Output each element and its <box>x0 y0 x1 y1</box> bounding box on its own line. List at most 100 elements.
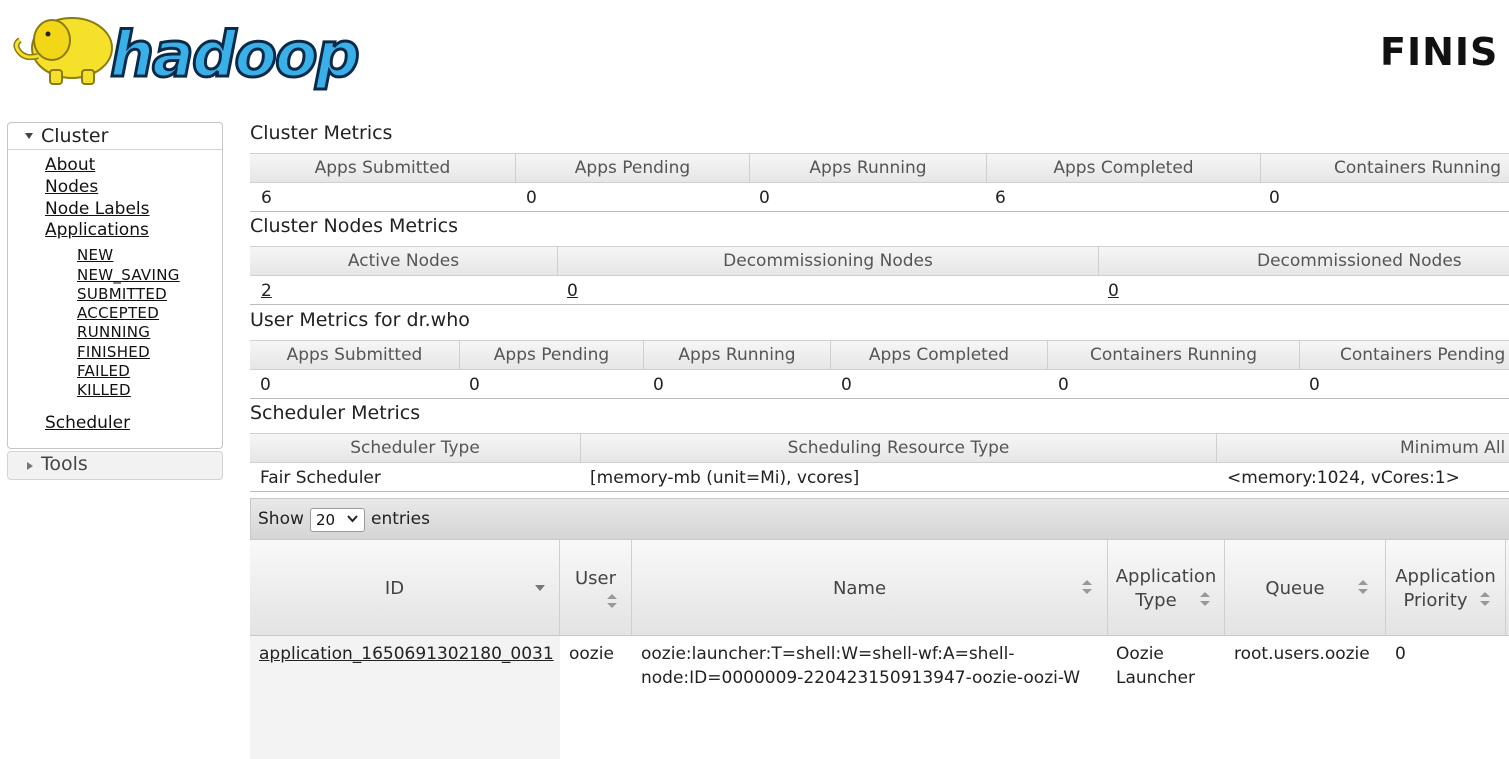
column-header-label: Queue <box>1265 578 1325 599</box>
column-header: Apps Completed <box>987 154 1261 183</box>
table-row: 6 0 0 6 0 <box>250 183 1509 212</box>
column-header: Scheduling Resource Type <box>581 434 1217 463</box>
column-header: Containers Pending <box>1300 341 1509 370</box>
user-metrics-table: Apps Submitted Apps Pending Apps Running… <box>250 340 1509 399</box>
sidebar-state-running[interactable]: RUNNING <box>77 323 150 341</box>
table-row: Fair Scheduler [memory-mb (unit=Mi), vco… <box>250 463 1509 492</box>
sort-icon <box>1200 592 1210 608</box>
column-header: Scheduler Type <box>250 434 581 463</box>
table-row: application_1650691302180_0031 oozie ooz… <box>250 636 1509 759</box>
column-header: Apps Completed <box>831 341 1048 370</box>
metric-value: 0 <box>653 375 664 395</box>
cluster-nodes-metrics-table: Active Nodes Decommissioning Nodes Decom… <box>250 246 1509 305</box>
column-header: Apps Submitted <box>250 341 460 370</box>
application-queue: root.users.oozie <box>1234 644 1370 664</box>
application-name-line: node:ID=0000009-220423150913947-oozie-oo… <box>641 668 1081 688</box>
scheduler-metrics-title: Scheduler Metrics <box>250 402 421 424</box>
user-metrics-title: User Metrics for dr.who <box>250 309 470 331</box>
cluster-nodes-metrics-title: Cluster Nodes Metrics <box>250 215 458 237</box>
metric-value: 0 <box>759 188 770 208</box>
column-header: Decommissioning Nodes <box>558 247 1099 276</box>
page-title: FINIS <box>1380 30 1499 74</box>
sidebar-link-applications[interactable]: Applications <box>45 220 149 240</box>
sort-icon <box>1358 580 1368 596</box>
sidebar-state-accepted[interactable]: ACCEPTED <box>77 304 159 322</box>
hadoop-logo[interactable]: hadoop <box>10 4 382 92</box>
page: hadoop FINIS Cluster About Nodes Node La… <box>0 0 1509 759</box>
column-header-application-type[interactable]: Application Type <box>1108 540 1225 636</box>
sidebar-tools-header[interactable]: Tools <box>7 451 223 480</box>
sidebar-cluster-label: Cluster <box>41 125 109 147</box>
column-header-user[interactable]: User <box>560 540 632 636</box>
collapse-triangle-icon <box>25 133 33 139</box>
sidebar-tools-label: Tools <box>41 453 88 475</box>
sidebar-state-killed[interactable]: KILLED <box>77 381 131 399</box>
column-header-id[interactable]: ID <box>250 540 560 636</box>
column-header: Containers Running <box>1261 154 1509 183</box>
column-header-label: Name <box>832 578 887 599</box>
table-row: 2 0 0 <box>250 276 1509 305</box>
column-header-label: Priority <box>1403 590 1468 611</box>
sidebar-link-about[interactable]: About <box>45 155 95 175</box>
chevron-down-icon <box>347 515 358 523</box>
column-header: Active Nodes <box>250 247 558 276</box>
metric-value: 0 <box>841 375 852 395</box>
metric-value: 6 <box>261 188 272 208</box>
sidebar-link-nodes[interactable]: Nodes <box>45 177 98 197</box>
application-name-line: oozie:launcher:T=shell:W=shell-wf:A=shel… <box>641 644 1015 664</box>
column-header-label: Application <box>1115 566 1217 587</box>
sidebar-state-submitted[interactable]: SUBMITTED <box>77 285 167 303</box>
application-type-line: Launcher <box>1116 668 1196 688</box>
hadoop-wordmark: hadoop <box>110 18 358 91</box>
scheduler-metrics-table: Scheduler Type Scheduling Resource Type … <box>250 433 1509 492</box>
column-header-label: Application <box>1395 566 1496 587</box>
metric-value: 0 <box>469 375 480 395</box>
sidebar-state-finished[interactable]: FINISHED <box>77 343 150 361</box>
sort-desc-icon <box>535 580 545 596</box>
scheduler-type-value: Fair Scheduler <box>260 468 381 488</box>
sort-icon <box>1480 592 1490 608</box>
active-nodes-link[interactable]: 2 <box>261 276 272 305</box>
column-header-label: ID <box>384 578 405 599</box>
table-header-row: Apps Submitted Apps Pending Apps Running… <box>250 154 1509 183</box>
sidebar-state-failed[interactable]: FAILED <box>77 362 130 380</box>
decommissioned-nodes-link[interactable]: 0 <box>1108 276 1119 305</box>
metric-value: 0 <box>526 188 537 208</box>
decommissioning-nodes-link[interactable]: 0 <box>567 276 578 305</box>
entries-label: entries <box>371 509 430 529</box>
apps-table-header: ID User Name Application Type Queue Appl… <box>250 540 1509 636</box>
metric-value: 0 <box>1058 375 1069 395</box>
column-header: Apps Pending <box>460 341 644 370</box>
application-id-link[interactable]: application_1650691302180_0031 <box>259 642 554 666</box>
column-header: Minimum All <box>1217 434 1509 463</box>
sort-icon <box>607 594 617 610</box>
column-header-name[interactable]: Name <box>632 540 1108 636</box>
sidebar-state-new-saving[interactable]: NEW_SAVING <box>77 266 180 284</box>
metric-value: 0 <box>260 375 271 395</box>
metric-value: 0 <box>1269 188 1280 208</box>
sort-icon <box>1082 580 1092 596</box>
resource-type-value: [memory-mb (unit=Mi), vcores] <box>590 468 860 488</box>
sidebar-cluster-panel: Cluster About Nodes Node Labels Applicat… <box>7 122 223 449</box>
sidebar-link-scheduler[interactable]: Scheduler <box>45 413 130 433</box>
table-row: 0 0 0 0 0 0 <box>250 370 1509 399</box>
application-type-line: Oozie <box>1116 644 1164 664</box>
sidebar-link-node-labels[interactable]: Node Labels <box>45 199 150 219</box>
sidebar-cluster-header[interactable]: Cluster <box>8 123 222 150</box>
column-header: Apps Pending <box>516 154 750 183</box>
table-header-row: Apps Submitted Apps Pending Apps Running… <box>250 341 1509 370</box>
column-header-application-priority[interactable]: Application Priority <box>1386 540 1506 636</box>
column-header: Decommissioned Nodes <box>1099 247 1509 276</box>
show-label: Show <box>258 509 304 529</box>
sidebar-state-new[interactable]: NEW <box>77 246 113 264</box>
metric-value: 0 <box>1309 375 1320 395</box>
application-priority: 0 <box>1395 644 1406 664</box>
column-header-label: Type <box>1135 590 1177 611</box>
application-user: oozie <box>569 644 614 664</box>
entries-per-page-select[interactable]: 20 <box>310 508 365 532</box>
column-header: Apps Submitted <box>250 154 516 183</box>
minimum-allocation-value: <memory:1024, vCores:1> <box>1227 468 1460 488</box>
table-header-row: Active Nodes Decommissioning Nodes Decom… <box>250 247 1509 276</box>
column-header: Apps Running <box>644 341 831 370</box>
column-header-queue[interactable]: Queue <box>1225 540 1386 636</box>
